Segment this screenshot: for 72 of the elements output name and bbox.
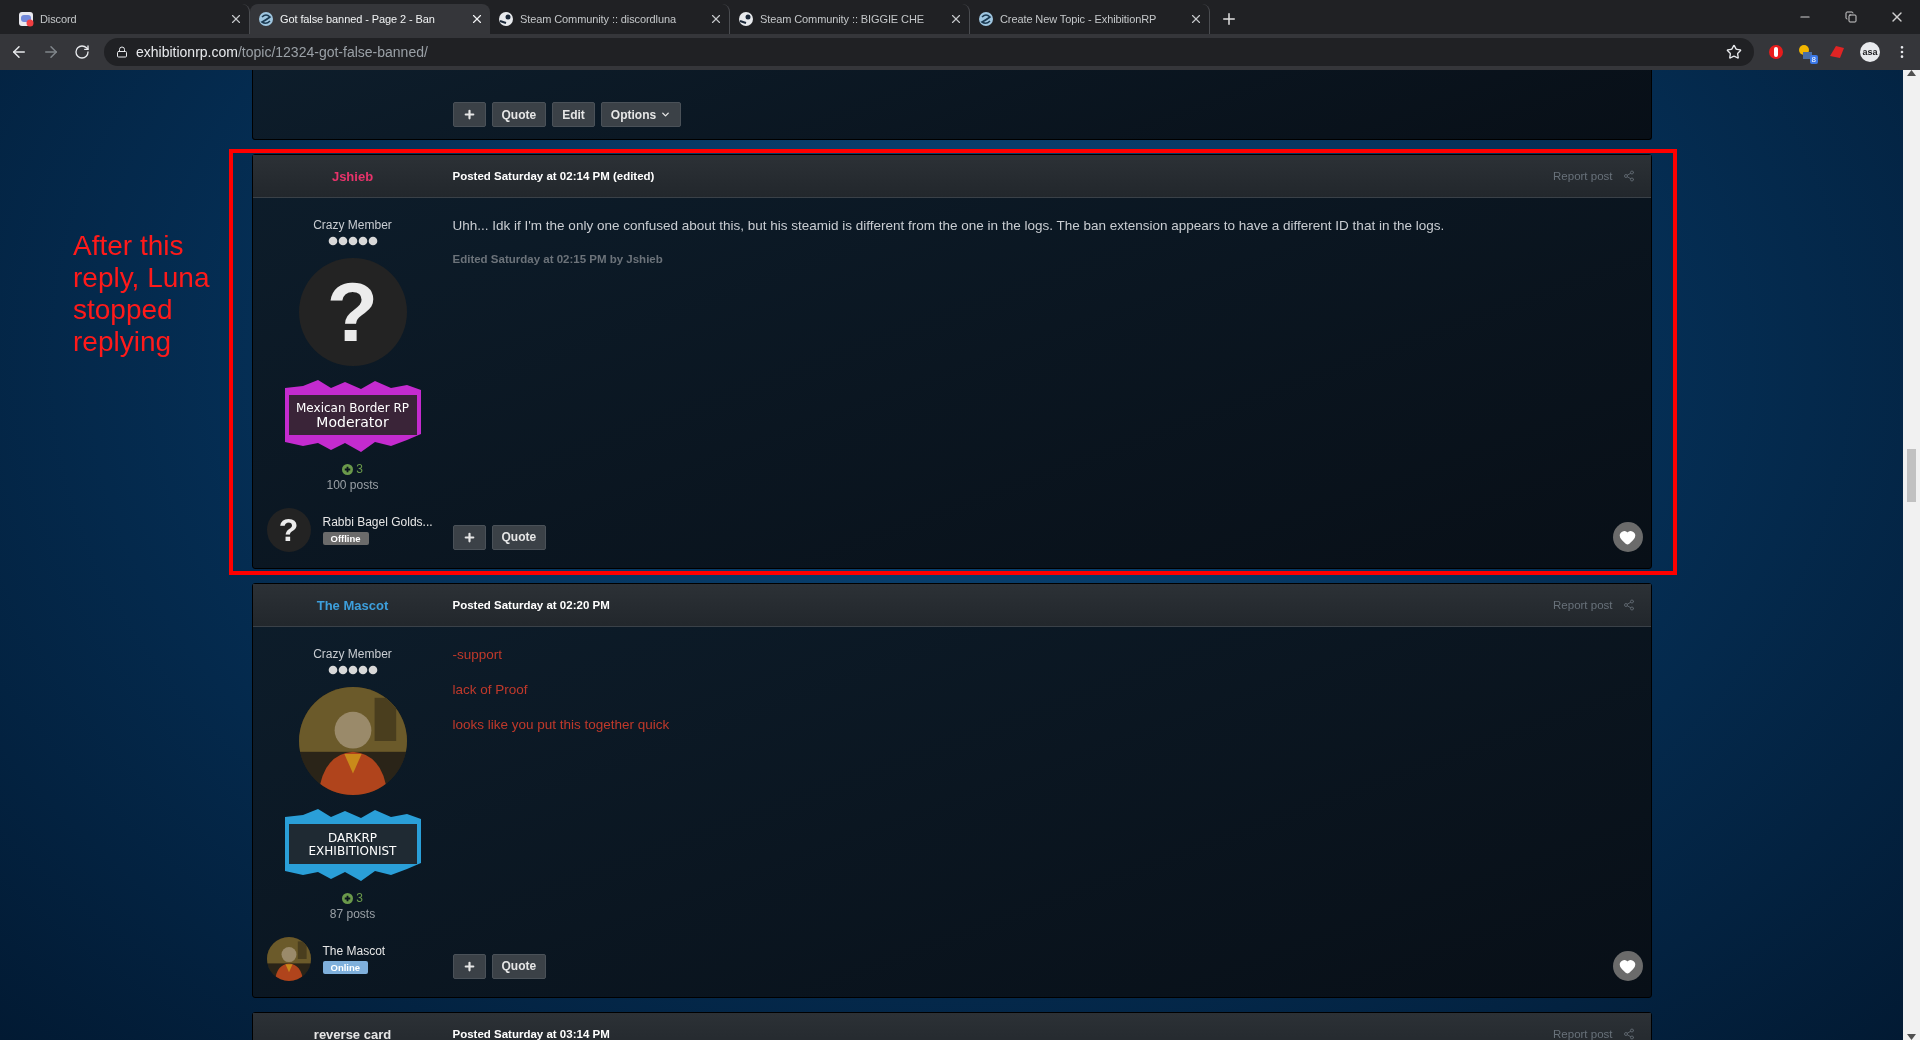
rank-title: Crazy Member xyxy=(313,218,392,232)
edit-note: Edited Saturday at 02:15 PM by Jshieb xyxy=(452,253,664,265)
back-icon[interactable] xyxy=(10,43,28,61)
new-tab-icon[interactable] xyxy=(1220,10,1238,28)
reputation-count: 3 xyxy=(356,462,363,476)
rank-title: Crazy Member xyxy=(313,647,392,661)
status-badge: Offline xyxy=(322,532,369,545)
post-text: looks like you put this together quick xyxy=(452,717,671,732)
address-field[interactable]: exhibitionrp.com/topic/12324-got-false-banned/ xyxy=(104,38,1754,66)
avatar: ? xyxy=(298,258,407,366)
rank-pips-icon xyxy=(327,665,378,675)
close-icon[interactable] xyxy=(470,12,484,26)
avatar: ? xyxy=(266,508,311,552)
forward-icon[interactable] xyxy=(42,43,60,61)
quote-button[interactable]: Quote xyxy=(491,953,547,979)
heart-icon xyxy=(1619,957,1636,975)
rank-pips-icon xyxy=(327,236,378,246)
badge-text: Moderator xyxy=(316,414,389,430)
post-count: 87 posts xyxy=(329,907,376,921)
add-button[interactable] xyxy=(452,102,486,127)
status-badge: Online xyxy=(322,961,369,974)
plus-icon xyxy=(462,108,476,121)
post-count: 100 posts xyxy=(326,478,379,492)
author-link[interactable]: Jshieb xyxy=(252,168,453,184)
close-icon[interactable] xyxy=(229,12,243,26)
annotation-text: After this reply, Luna stopped replying xyxy=(73,230,211,358)
post-text: lack of Proof xyxy=(452,682,529,697)
add-button[interactable] xyxy=(452,524,486,550)
post-date: Posted Saturday at 02:14 PM (edited) xyxy=(452,170,655,182)
extension-badge: 8 xyxy=(1809,55,1818,64)
close-icon[interactable] xyxy=(709,12,723,26)
author-link[interactable]: reverse card xyxy=(252,1026,453,1040)
quote-button[interactable]: Quote xyxy=(491,524,547,550)
like-button[interactable] xyxy=(1612,951,1643,981)
post-date: Posted Saturday at 03:14 PM xyxy=(452,1028,610,1040)
plus-icon xyxy=(462,959,476,973)
post-text: Uhh... Idk if I'm the only one confused about this, but his steamid is different from the one in the logs. The ban extension appears to have a different ID that in the logs. xyxy=(452,218,1446,233)
author-link[interactable]: The Mascot xyxy=(252,597,453,613)
profile-avatar[interactable]: asa xyxy=(1860,42,1880,62)
plus-icon xyxy=(342,463,354,475)
reload-icon[interactable] xyxy=(74,44,90,60)
extension-icon[interactable] xyxy=(1768,44,1784,60)
heart-icon xyxy=(1619,528,1636,546)
badge-text: EXHIBITIONIST xyxy=(308,845,397,858)
browser-tab[interactable]: Got false banned - Page 2 - Ban xyxy=(250,4,490,34)
options-button[interactable]: Options xyxy=(600,102,682,127)
post-text: -support xyxy=(452,647,504,662)
scroll-down-icon[interactable] xyxy=(1907,1034,1916,1040)
post-date: Posted Saturday at 02:20 PM xyxy=(452,599,610,611)
user-name: Rabbi Bagel Golds... xyxy=(322,515,433,529)
lock-icon xyxy=(116,46,128,58)
site-icon xyxy=(258,11,274,27)
scrollbar[interactable] xyxy=(1903,70,1920,1040)
site-icon xyxy=(978,11,994,27)
add-button[interactable] xyxy=(452,953,486,979)
badge-text: DARKRP xyxy=(328,832,377,845)
plus-icon xyxy=(342,892,354,904)
bookmark-icon[interactable] xyxy=(1726,44,1742,60)
close-icon[interactable] xyxy=(1189,12,1203,26)
like-button[interactable] xyxy=(1612,522,1643,552)
extension-icon[interactable] xyxy=(1798,44,1814,60)
reputation-count: 3 xyxy=(356,891,363,905)
badge-text: Mexican Border RP xyxy=(296,402,409,415)
caret-icon xyxy=(660,109,672,120)
close-icon[interactable] xyxy=(949,12,963,26)
quote-button[interactable]: Edit xyxy=(552,102,595,127)
user-name: The Mascot xyxy=(322,944,386,958)
restore-icon[interactable] xyxy=(1845,11,1857,23)
app-icon xyxy=(18,11,34,27)
plus-icon xyxy=(462,530,476,544)
quote-button[interactable]: Quote xyxy=(491,102,547,127)
scrollbar-thumb[interactable] xyxy=(1907,448,1916,502)
